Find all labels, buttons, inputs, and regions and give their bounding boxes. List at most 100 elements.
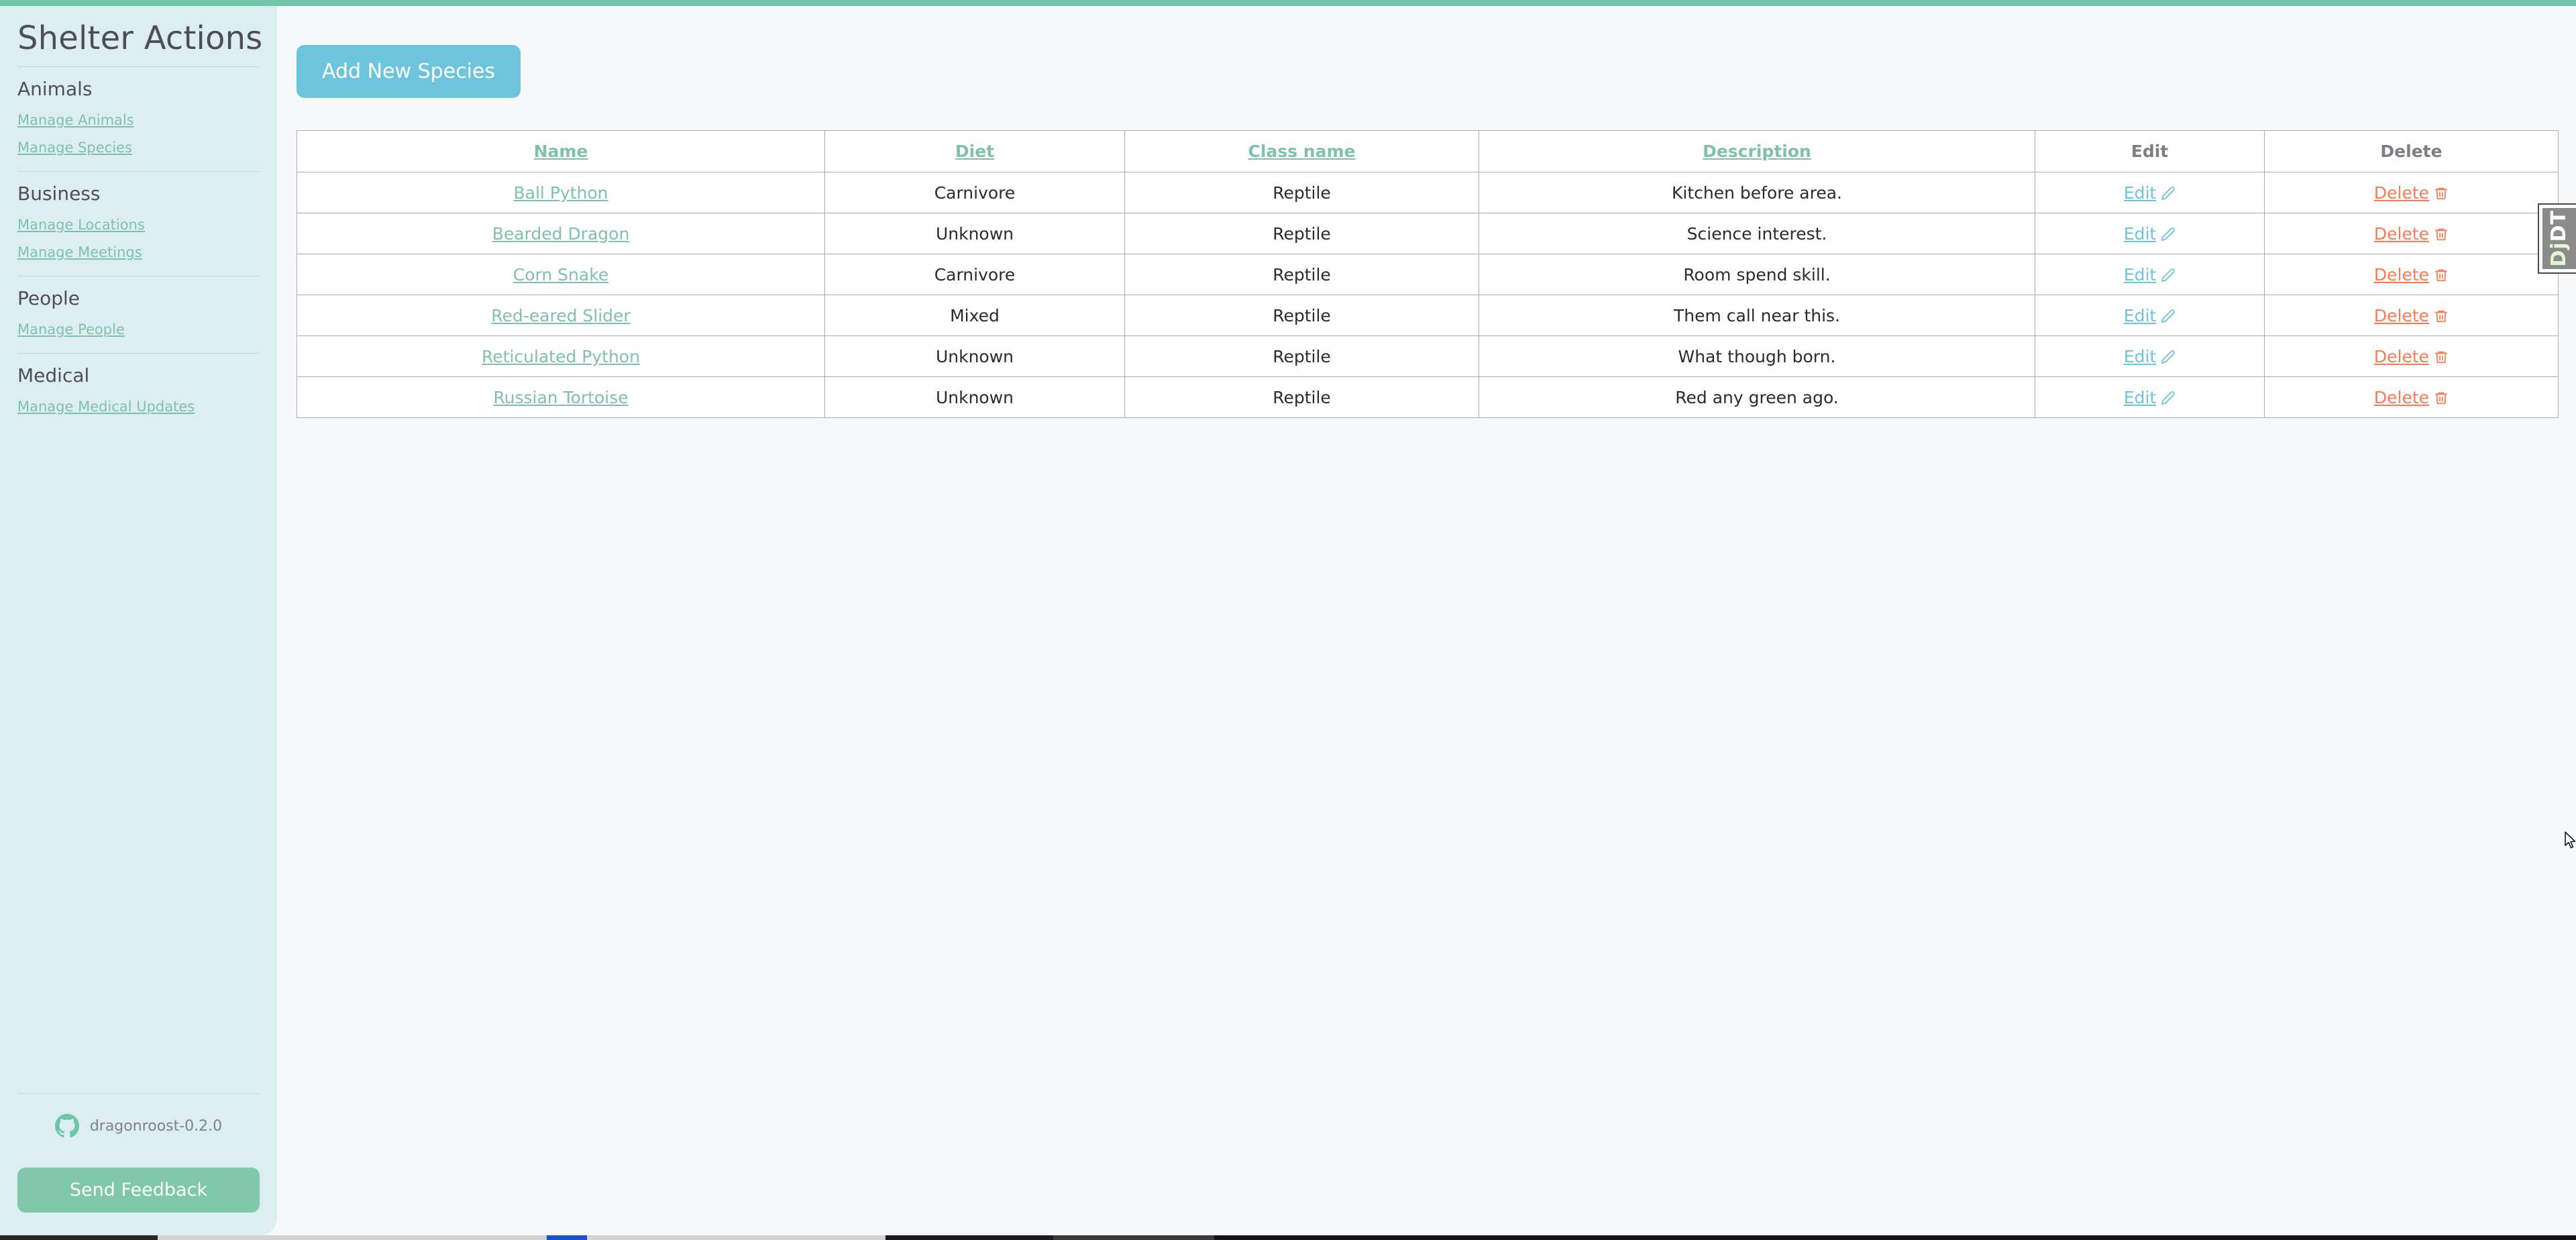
os-taskbar (0, 1235, 2576, 1240)
table-header-row: Name Diet Class name Description Edit De… (297, 130, 2559, 172)
sidebar-item-manage-species[interactable]: Manage Species (17, 134, 260, 162)
edit-row-button[interactable]: Edit (2124, 224, 2176, 244)
cell-diet: Unknown (824, 213, 1125, 254)
column-header-delete-label: Delete (2380, 142, 2443, 161)
sidebar-group-animals: Animals Manage Animals Manage Species (17, 67, 260, 171)
sort-link-diet[interactable]: Diet (955, 142, 994, 161)
cell-edit: Edit (2035, 335, 2265, 377)
edit-label: Edit (2123, 264, 2157, 285)
cell-class-name: Reptile (1124, 213, 1479, 254)
column-header-delete: Delete (2264, 130, 2559, 172)
edit-row-button[interactable]: Edit (2124, 388, 2176, 407)
cell-edit: Edit (2035, 172, 2265, 213)
cell-name: Ball Python (297, 172, 825, 213)
table-header: Name Diet Class name Description Edit De… (297, 130, 2559, 172)
cell-name: Corn Snake (297, 254, 825, 295)
delete-row-button[interactable]: Delete (2374, 183, 2449, 203)
species-name-link[interactable]: Russian Tortoise (493, 388, 628, 407)
top-accent-bar (0, 0, 2576, 6)
sort-link-class-name[interactable]: Class name (1248, 142, 1356, 161)
delete-row-button[interactable]: Delete (2374, 347, 2449, 366)
delete-label: Delete (2373, 183, 2430, 203)
cell-diet: Carnivore (824, 172, 1125, 213)
edit-row-button[interactable]: Edit (2124, 306, 2176, 325)
sidebar-group-title-animals: Animals (17, 78, 93, 100)
cell-description: Kitchen before area. (1479, 172, 2035, 213)
edit-label: Edit (2123, 305, 2157, 325)
cell-class-name: Reptile (1124, 295, 1479, 336)
cell-edit: Edit (2035, 376, 2265, 418)
cell-edit: Edit (2035, 254, 2265, 295)
app-window: Shelter Actions Animals Manage Animals M… (0, 0, 2576, 1240)
cell-description: Science interest. (1479, 213, 2035, 254)
table-row: Russian Tortoise Unknown Reptile Red any gr… (297, 376, 2559, 418)
djdt-suffix: DT (2547, 210, 2571, 242)
column-header-edit-label: Edit (2131, 142, 2169, 161)
sidebar-item-manage-locations[interactable]: Manage Locations (17, 211, 260, 239)
edit-row-button[interactable]: Edit (2124, 183, 2176, 203)
cell-delete: Delete (2264, 376, 2559, 418)
cell-name: Russian Tortoise (297, 376, 825, 418)
delete-row-button[interactable]: Delete (2374, 224, 2449, 244)
species-name-link[interactable]: Corn Snake (513, 265, 608, 285)
pencil-icon (2161, 306, 2176, 325)
table-row: Reticulated Python Unknown Reptile What tho… (297, 335, 2559, 377)
djdt-handle-inner: DjDT (2542, 208, 2576, 269)
delete-label: Delete (2373, 387, 2430, 407)
cell-class-name: Reptile (1124, 376, 1479, 418)
version-label: dragonroost-0.2.0 (89, 1117, 223, 1135)
cell-delete: Delete (2264, 335, 2559, 377)
cell-delete: Delete (2264, 213, 2559, 254)
cell-class-name: Reptile (1124, 172, 1479, 213)
delete-row-button[interactable]: Delete (2374, 388, 2449, 407)
django-debug-toolbar-handle[interactable]: DjDT (2538, 203, 2576, 274)
cell-diet: Unknown (824, 376, 1125, 418)
species-name-link[interactable]: Bearded Dragon (492, 224, 630, 244)
species-name-link[interactable]: Ball Python (514, 183, 608, 203)
table-row: Red-eared Slider Mixed Reptile Them call ne… (297, 295, 2559, 336)
cell-description: Them call near this. (1479, 295, 2035, 336)
send-feedback-button[interactable]: Send Feedback (17, 1168, 260, 1212)
sidebar-item-manage-people[interactable]: Manage People (17, 316, 260, 344)
cell-edit: Edit (2035, 213, 2265, 254)
cell-name: Bearded Dragon (297, 213, 825, 254)
cell-diet: Mixed (824, 295, 1125, 336)
edit-row-button[interactable]: Edit (2124, 265, 2176, 285)
cell-description: Red any green ago. (1479, 376, 2035, 418)
species-name-link[interactable]: Red-eared Slider (491, 306, 630, 325)
column-header-name: Name (297, 130, 825, 172)
edit-row-button[interactable]: Edit (2124, 347, 2176, 366)
sort-link-name[interactable]: Name (534, 142, 588, 161)
trash-icon (2434, 265, 2449, 285)
taskbar-segment-left (0, 1235, 158, 1240)
edit-label: Edit (2123, 223, 2157, 244)
cell-edit: Edit (2035, 295, 2265, 336)
table-row: Bearded Dragon Unknown Reptile Science inte… (297, 213, 2559, 254)
add-new-species-button[interactable]: Add New Species (297, 45, 521, 98)
species-name-link[interactable]: Reticulated Python (482, 347, 640, 366)
sidebar-item-manage-medical-updates[interactable]: Manage Medical Updates (17, 393, 260, 421)
sort-link-description[interactable]: Description (1703, 142, 1811, 161)
sidebar-group-title-business: Business (17, 182, 101, 205)
trash-icon (2434, 224, 2449, 244)
cell-description: Room spend skill. (1479, 254, 2035, 295)
sidebar-item-manage-meetings[interactable]: Manage Meetings (17, 239, 260, 266)
github-icon (54, 1114, 79, 1138)
taskbar-segment-c (885, 1235, 1053, 1240)
cell-diet: Carnivore (824, 254, 1125, 295)
trash-icon (2434, 306, 2449, 325)
column-header-description: Description (1479, 130, 2035, 172)
column-header-diet: Diet (824, 130, 1125, 172)
sidebar-item-manage-animals[interactable]: Manage Animals (17, 107, 260, 134)
sidebar-group-business: Business Manage Locations Manage Meeting… (17, 172, 260, 276)
delete-label: Delete (2373, 264, 2430, 285)
sidebar: Shelter Actions Animals Manage Animals M… (0, 6, 277, 1235)
pencil-icon (2161, 265, 2176, 285)
delete-row-button[interactable]: Delete (2374, 306, 2449, 325)
cell-diet: Unknown (824, 335, 1125, 377)
delete-label: Delete (2373, 346, 2430, 366)
edit-label: Edit (2123, 183, 2157, 203)
table-body: Ball Python Carnivore Reptile Kitchen befor… (297, 172, 2559, 418)
delete-row-button[interactable]: Delete (2374, 265, 2449, 285)
page-title: Shelter Actions (17, 19, 263, 57)
